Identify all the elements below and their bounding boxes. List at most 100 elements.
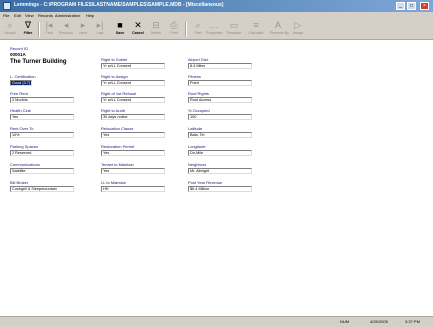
status-bar: NUM 4/25/2005 3:37 PM [0, 316, 433, 327]
close-button[interactable]: × [420, 2, 429, 10]
title-bar: Lemmings - C:\PROGRAM FILES\LASTNAME\SAM… [0, 0, 433, 12]
field-latitude: Latitude Bala, Tel [188, 126, 252, 138]
record-name: The Turner Building [10, 59, 67, 65]
field-ll-to-maintain: LL to Maintain HH [101, 180, 165, 192]
template-button[interactable]: ▭ Template [226, 20, 242, 38]
save-icon: ■ [117, 20, 123, 30]
previous-button[interactable]: ◂ Previous [58, 20, 74, 38]
status-mode: NUM [340, 319, 350, 324]
rename-button[interactable]: A Rename By [270, 20, 289, 38]
right-of-1st-refusal-input[interactable]: Yr w/LL Consent [101, 97, 165, 103]
restoration-permit-input[interactable]: Yes [101, 150, 165, 156]
menu-records[interactable]: Records [38, 13, 53, 18]
first-button[interactable]: |◂ First [41, 20, 57, 38]
tenant-to-maintain-input[interactable]: Yes [101, 168, 165, 174]
field-airport-dist: Airport Dist. 8.4 Miles [188, 57, 252, 69]
menu-view[interactable]: View [25, 13, 34, 18]
l-certification-input[interactable]: Good (3.7) [10, 80, 32, 86]
airport-dist-input[interactable]: 8.4 Miles [188, 63, 252, 69]
print-icon: ⎙ [170, 20, 178, 30]
longitude-input[interactable]: Dir-Mile [188, 150, 252, 156]
window-title: Lemmings - C:\PROGRAM FILES\LASTNAME\SAM… [14, 2, 224, 8]
fitness-input[interactable]: Point [188, 80, 252, 86]
find-icon: ⌕ [195, 20, 201, 30]
post-year-revenue-input[interactable]: $6.4 Million [188, 186, 252, 192]
toolbar-separator [185, 22, 187, 37]
field-parking-spaces: Parking Spaces 2 Reserved [10, 144, 74, 156]
first-icon: |◂ [45, 20, 53, 30]
toolbar: ⌕ Search ∇ Filter |◂ First ◂ Previous ▸ … [0, 19, 433, 40]
field-right-to-assign: Right to Assign Yr w/LL Consent [101, 74, 165, 86]
field-rent-over-to: Rent Over To 10% [10, 126, 74, 138]
field-roof-rights: Roof Rights Roof Access [188, 91, 252, 103]
minimize-button[interactable]: _ [396, 2, 405, 10]
find-button[interactable]: ⌕ Find [190, 20, 206, 38]
field-right-to-sublet: Right to Sublet Yr w/LL Consent [101, 57, 165, 69]
field-health-club: Health Club Yes [10, 108, 74, 120]
roof-rights-input[interactable]: Roof Access [188, 97, 252, 103]
field-l-certification: L. Certification Good (3.7) [10, 74, 36, 86]
right-to-assign-input[interactable]: Yr w/LL Consent [101, 80, 165, 86]
right-to-sublet-input[interactable]: Yr w/LL Consent [101, 63, 165, 69]
field-post-year-revenue: Post Year Revenue $6.4 Million [188, 180, 252, 192]
latitude-input[interactable]: Bala, Tel [188, 132, 252, 138]
field-percent-occupied: % Occupied 100 [188, 108, 252, 120]
rent-over-to-input[interactable]: 10% [10, 132, 74, 138]
properties-icon: … [209, 20, 219, 30]
menu-help[interactable]: Help [86, 13, 94, 18]
next-button[interactable]: ▸ Next [75, 20, 91, 38]
menu-edit[interactable]: Edit [14, 13, 21, 18]
record-id: 00001A [10, 52, 26, 57]
previous-icon: ◂ [63, 20, 69, 30]
field-relocation-clause: Relocation Clause Yes [101, 126, 165, 138]
assign-icon: ▷ [294, 20, 302, 30]
health-club-input[interactable]: Yes [10, 114, 74, 120]
field-communications: Communications Satellite [10, 162, 74, 174]
last-icon: ▸| [96, 20, 104, 30]
field-bill-broker: Bill Broker Cushgell & Sleepmountain [10, 180, 74, 192]
menu-bar: File Edit View Records Administration He… [0, 12, 433, 19]
properties-button[interactable]: … Properties [206, 20, 222, 38]
menu-administration[interactable]: Administration [55, 13, 80, 18]
field-right-of-1st-refusal: Right of 1st Refusal Yr w/LL Consent [101, 91, 165, 103]
free-rent-input[interactable]: 3 Months [10, 97, 74, 103]
toolbar-separator [38, 22, 40, 37]
rename-icon: A [274, 20, 281, 30]
field-neighbors: Neighbors Mr. Albright [188, 162, 252, 174]
neighbors-input[interactable]: Mr. Albright [188, 168, 252, 174]
filter-icon: ∇ [24, 20, 32, 30]
search-icon: ⌕ [7, 20, 13, 30]
last-button[interactable]: ▸| Last [92, 20, 108, 38]
save-button[interactable]: ■ Save [112, 20, 128, 38]
field-free-rent: Free Rent 3 Months [10, 91, 74, 103]
parking-spaces-input[interactable]: 2 Reserved [10, 150, 74, 156]
communications-input[interactable]: Satellite [10, 168, 74, 174]
record-id-label: Record ID [10, 46, 29, 51]
field-tenant-to-maintain: Tenant to Maintain Yes [101, 162, 165, 174]
right-to-audit-input[interactable]: 30 days notice [101, 114, 165, 120]
delete-button[interactable]: ⊟ Delete [148, 20, 164, 38]
calculate-icon: ≡ [253, 20, 259, 30]
status-time: 3:37 PM [405, 319, 420, 324]
percent-occupied-input[interactable]: 100 [188, 114, 252, 120]
cancel-icon: ✕ [134, 20, 142, 30]
calculate-button[interactable]: ≡ Calculate [248, 20, 264, 38]
next-icon: ▸ [80, 20, 86, 30]
cancel-button[interactable]: ✕ Cancel [130, 20, 146, 38]
field-longitude: Longitude Dir-Mile [188, 144, 252, 156]
maximize-button[interactable]: □ [407, 2, 416, 10]
filter-button[interactable]: ∇ Filter [20, 20, 36, 38]
bill-broker-input[interactable]: Cushgell & Sleepmountain [10, 186, 74, 192]
print-button[interactable]: ⎙ Print [166, 20, 182, 38]
delete-icon: ⊟ [152, 20, 160, 30]
menu-file[interactable]: File [3, 13, 9, 18]
template-icon: ▭ [229, 20, 239, 30]
assign-button[interactable]: ▷ Assign [290, 20, 306, 38]
app-icon [3, 2, 11, 10]
relocation-clause-input[interactable]: Yes [101, 132, 165, 138]
ll-to-maintain-input[interactable]: HH [101, 186, 165, 192]
record-form: Record ID 00001A The Turner Building L. … [0, 40, 433, 316]
status-date: 4/25/2005 [370, 319, 388, 324]
search-button[interactable]: ⌕ Search [2, 20, 18, 38]
field-restoration-permit: Restoration Permit Yes [101, 144, 165, 156]
